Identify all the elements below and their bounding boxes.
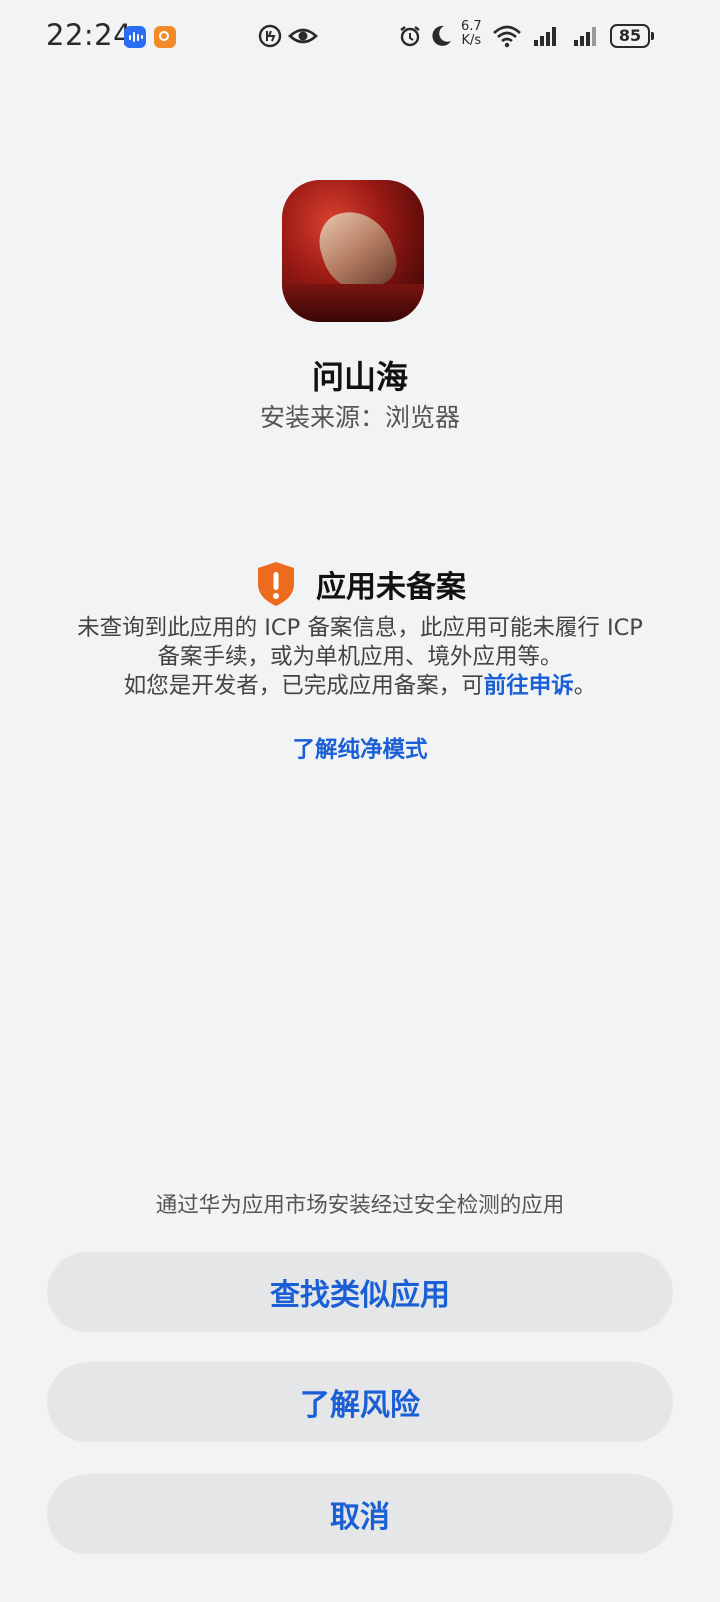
warning-line-1: 未查询到此应用的 ICP 备案信息，此应用可能未履行 ICP (77, 615, 643, 641)
warning-line-3: 如您是开发者，已完成应用备案，可前往申诉。 (40, 672, 680, 701)
do-not-disturb-icon (432, 25, 451, 46)
app-name: 问山海 (311, 358, 408, 396)
network-speed: 6.7 K/s (461, 20, 482, 48)
warning-shield-icon (258, 562, 294, 606)
orange-app-icon (154, 26, 176, 48)
eye-comfort-icon (288, 28, 318, 44)
app-icon-ground (282, 284, 424, 322)
cancel-button[interactable]: 取消 (47, 1474, 673, 1554)
learn-pure-mode-link[interactable]: 了解纯净模式 (0, 732, 720, 764)
appeal-link[interactable]: 前往申诉 (484, 673, 574, 699)
battery-icon: 85 (610, 24, 654, 48)
status-time: 22:24 (46, 18, 133, 52)
install-source: 安装来源：浏览器 (259, 403, 460, 432)
alarm-icon (400, 26, 420, 47)
signal-icon (534, 27, 556, 46)
learn-risk-button[interactable]: 了解风险 (47, 1362, 673, 1442)
signal-icon-2 (574, 27, 596, 46)
data-saver-icon (258, 24, 282, 48)
warning-header: 应用未备案 (0, 560, 720, 608)
voice-app-icon (124, 26, 146, 48)
network-speed-value: 6.7 (461, 19, 482, 34)
warning-line-2: 备案手续，或为单机应用、境外应用等。 (157, 644, 563, 670)
warning-line-3-prefix: 如您是开发者，已完成应用备案，可 (123, 673, 484, 699)
warning-description: 未查询到此应用的 ICP 备案信息，此应用可能未履行 ICP 备案手续，或为单机… (40, 614, 680, 701)
find-similar-apps-button[interactable]: 查找类似应用 (47, 1252, 673, 1332)
safety-hint: 通过华为应用市场安装经过安全检测的应用 (155, 1193, 565, 1218)
warning-line-3-suffix: 。 (573, 673, 597, 699)
app-icon (282, 180, 424, 322)
network-speed-unit: K/s (461, 33, 482, 48)
wifi-icon (493, 25, 521, 48)
status-bar: 22:24 6.7 K/s 85 (0, 0, 720, 76)
warning-title: 应用未备案 (316, 570, 466, 605)
